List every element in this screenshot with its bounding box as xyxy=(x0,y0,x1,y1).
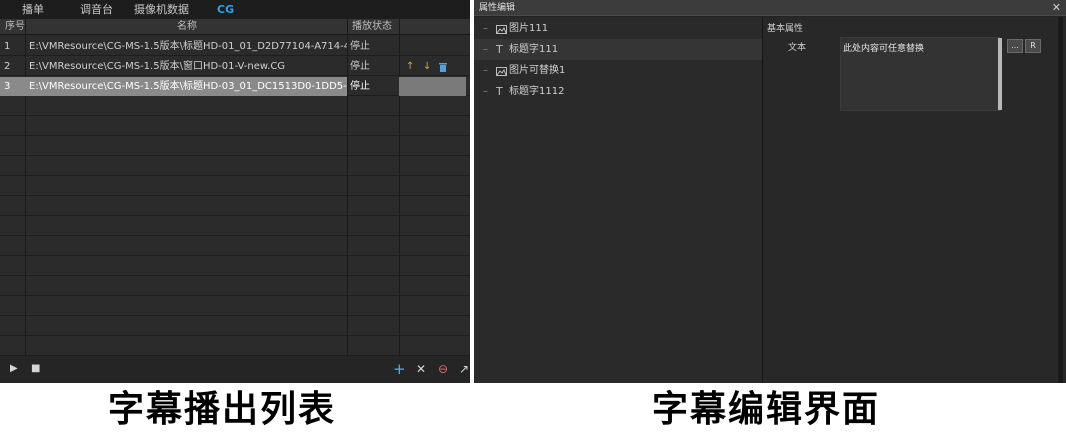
close-icon[interactable]: ✕ xyxy=(1052,0,1061,16)
row-index: 3 xyxy=(4,81,11,92)
table-row[interactable]: 2 E:\VMResource\CG-MS-1.5版本\窗口HD-01-V-ne… xyxy=(0,57,470,76)
minus-circle-button[interactable]: ⊖ xyxy=(438,360,448,378)
tab-cg[interactable]: CG xyxy=(217,0,234,19)
add-button[interactable]: + xyxy=(393,360,406,378)
column-header-state[interactable]: 播放状态 xyxy=(352,19,392,35)
image-icon xyxy=(496,60,507,81)
title-bar: 属性编辑 ✕ xyxy=(474,0,1066,16)
row-state: 停止 xyxy=(350,81,370,92)
browse-button[interactable]: ... xyxy=(1007,39,1023,53)
row-name: E:\VMResource\CG-MS-1.5版本\标题HD-01_01_D2D… xyxy=(29,41,347,52)
vertical-scrollbar[interactable] xyxy=(1058,17,1063,383)
tree-item-label: 标题字1112 xyxy=(509,86,565,97)
move-down-icon[interactable]: ↓ xyxy=(423,57,431,76)
column-header-index[interactable]: 序号 xyxy=(5,19,25,35)
text-icon: T xyxy=(496,43,503,56)
property-grid: 基本属性 文本 此处内容可任意替换 ... R xyxy=(763,17,1066,383)
stop-button[interactable]: ■ xyxy=(31,360,40,378)
caption-right: 字幕编辑界面 xyxy=(652,389,881,430)
row-index: 2 xyxy=(4,61,11,72)
text-field-scrollbar[interactable] xyxy=(998,38,1002,110)
collapse-dash[interactable]: – xyxy=(483,39,488,60)
row-state: 停止 xyxy=(350,41,370,52)
selection-highlight xyxy=(399,77,466,96)
tab-bar: 播单 调音台 摄像机数据 CG xyxy=(0,0,470,19)
tree-item-image[interactable]: – 图片111 xyxy=(474,18,762,39)
row-state: 停止 xyxy=(350,61,370,72)
cg-playlist-panel: 播单 调音台 摄像机数据 CG 序号 名称 播放状态 1 E:\VMResour… xyxy=(0,0,470,383)
table-row-selected[interactable]: 3 E:\VMResource\CG-MS-1.5版本\标题HD-03_01_D… xyxy=(0,77,470,96)
row-name: E:\VMResource\CG-MS-1.5版本\窗口HD-01-V-new.… xyxy=(29,61,286,72)
column-header-name[interactable]: 名称 xyxy=(177,19,197,35)
text-field[interactable]: 此处内容可任意替换 xyxy=(840,37,1000,111)
tree-item-text[interactable]: – T 标题字1112 xyxy=(474,81,762,102)
row-index: 1 xyxy=(4,41,11,52)
panel-title: 属性编辑 xyxy=(479,3,516,13)
tree-item-label: 标题字111 xyxy=(509,44,559,55)
delete-icon[interactable] xyxy=(439,57,447,76)
export-button[interactable]: ↗ xyxy=(459,360,469,378)
table-row[interactable]: 1 E:\VMResource\CG-MS-1.5版本\标题HD-01_01_D… xyxy=(0,37,470,56)
section-header: 基本属性 xyxy=(767,24,804,34)
tree-item-text[interactable]: – T 标题字111 xyxy=(474,39,762,60)
row-name: E:\VMResource\CG-MS-1.5版本\标题HD-03_01_DC1… xyxy=(29,81,347,92)
tree-item-label: 图片111 xyxy=(509,23,549,34)
playback-toolbar: ▶ ■ + ✕ ⊖ ↗ xyxy=(0,356,470,383)
tree-item-image[interactable]: – 图片可替换1 xyxy=(474,60,762,81)
tab-playlist[interactable]: 播单 xyxy=(22,0,44,19)
text-field-label: 文本 xyxy=(788,43,807,53)
move-up-icon[interactable]: ↑ xyxy=(406,57,414,76)
text-icon: T xyxy=(496,85,503,98)
collapse-dash[interactable]: – xyxy=(483,60,488,81)
tree-item-label: 图片可替换1 xyxy=(509,65,566,76)
layer-tree: – 图片111 – T 标题字111 – 图片可替换1 – T 标题字1112 xyxy=(474,17,762,383)
tab-mixer[interactable]: 调音台 xyxy=(80,0,113,19)
play-button[interactable]: ▶ xyxy=(10,360,18,378)
property-editor-panel: 属性编辑 ✕ – 图片111 – T 标题字111 – 图片可替换1 – T 标… xyxy=(474,0,1066,383)
collapse-dash[interactable]: – xyxy=(483,81,488,102)
image-icon xyxy=(496,18,507,39)
collapse-dash[interactable]: – xyxy=(483,18,488,39)
tab-camera-data[interactable]: 摄像机数据 xyxy=(134,0,189,19)
remove-button[interactable]: ✕ xyxy=(416,360,426,378)
reset-button[interactable]: R xyxy=(1025,39,1041,53)
caption-left: 字幕播出列表 xyxy=(108,389,337,430)
